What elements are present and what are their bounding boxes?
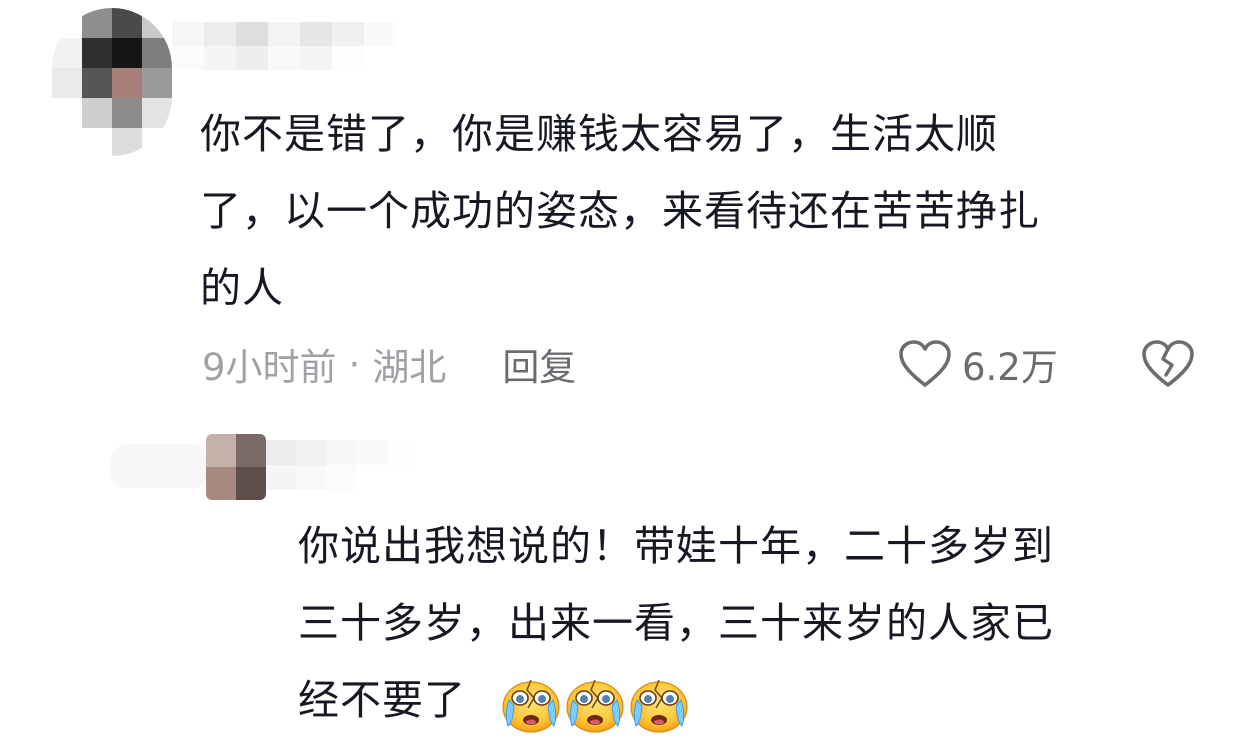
avatar[interactable] [206,434,266,500]
mosaic-block [236,467,266,500]
mosaic-block [268,46,300,70]
mosaic-block [300,46,332,70]
mosaic-block [172,22,204,46]
mosaic-block [142,128,172,156]
mosaic-block [296,440,326,465]
mosaic-block [112,8,142,38]
username-blurred[interactable] [266,440,416,490]
mosaic-block [326,440,356,465]
comment-location: 湖北 [372,346,447,389]
comment-meta: 9小时前 · 湖北 回复 [202,338,576,390]
mosaic-block [386,440,416,465]
mosaic-block [206,467,236,500]
reply-button[interactable]: 回复 [502,337,576,391]
mosaic-block [326,465,356,490]
mosaic-block [52,68,82,98]
broken-heart-icon [1142,340,1194,387]
mosaic-block [52,38,82,68]
mosaic-block [82,38,112,68]
like-button[interactable]: 6.2万 [898,336,1058,392]
crying-face-icon [500,676,562,734]
comment-text: 你说出我想说的！带娃十年，二十多岁到 三十多岁，出来一看，三十来岁的人家已 经不… [298,522,1054,724]
meta-separator: · [348,342,361,386]
mosaic-block [204,22,236,46]
avatar[interactable] [52,8,172,156]
mosaic-block [52,8,82,38]
mosaic-block [172,46,204,70]
mosaic-block [82,128,112,156]
mosaic-block [142,68,172,98]
username-blurred[interactable] [172,22,396,70]
mosaic-block [356,465,386,490]
mosaic-block [236,46,268,70]
mosaic-block [332,46,364,70]
mosaic-block [112,68,142,98]
mosaic-block [82,68,112,98]
heart-icon [899,340,951,387]
mosaic-block [296,465,326,490]
mosaic-block [112,38,142,68]
mosaic-block [266,465,296,490]
mosaic-block [82,8,112,38]
mosaic-block [82,98,112,128]
dislike-button[interactable] [1138,336,1198,392]
crying-face-icon [628,676,690,734]
comment-time: 9小时前 [202,346,337,389]
mosaic-block [142,98,172,128]
mosaic-block [142,8,172,38]
mosaic-block [364,22,396,46]
mosaic-block [204,46,236,70]
mosaic-block [236,22,268,46]
mosaic-block [112,128,142,156]
mosaic-block [300,22,332,46]
comment-text: 你不是错了，你是赚钱太容易了，生活太顺 了，以一个成功的姿态，来看待还在苦苦挣扎… [200,110,1040,312]
mosaic-block [356,440,386,465]
mosaic-block [52,128,82,156]
mosaic-block [112,98,142,128]
mosaic-block [142,38,172,68]
mosaic-block [236,434,266,467]
blur-decoration [110,444,210,488]
mosaic-block [332,22,364,46]
mosaic-block [52,98,82,128]
mosaic-block [386,465,416,490]
like-count: 6.2万 [962,346,1058,389]
crying-face-icon [564,676,626,734]
emoji-group [500,676,692,734]
mosaic-block [266,440,296,465]
mosaic-block [364,46,396,70]
mosaic-block [206,434,236,467]
mosaic-block [268,22,300,46]
